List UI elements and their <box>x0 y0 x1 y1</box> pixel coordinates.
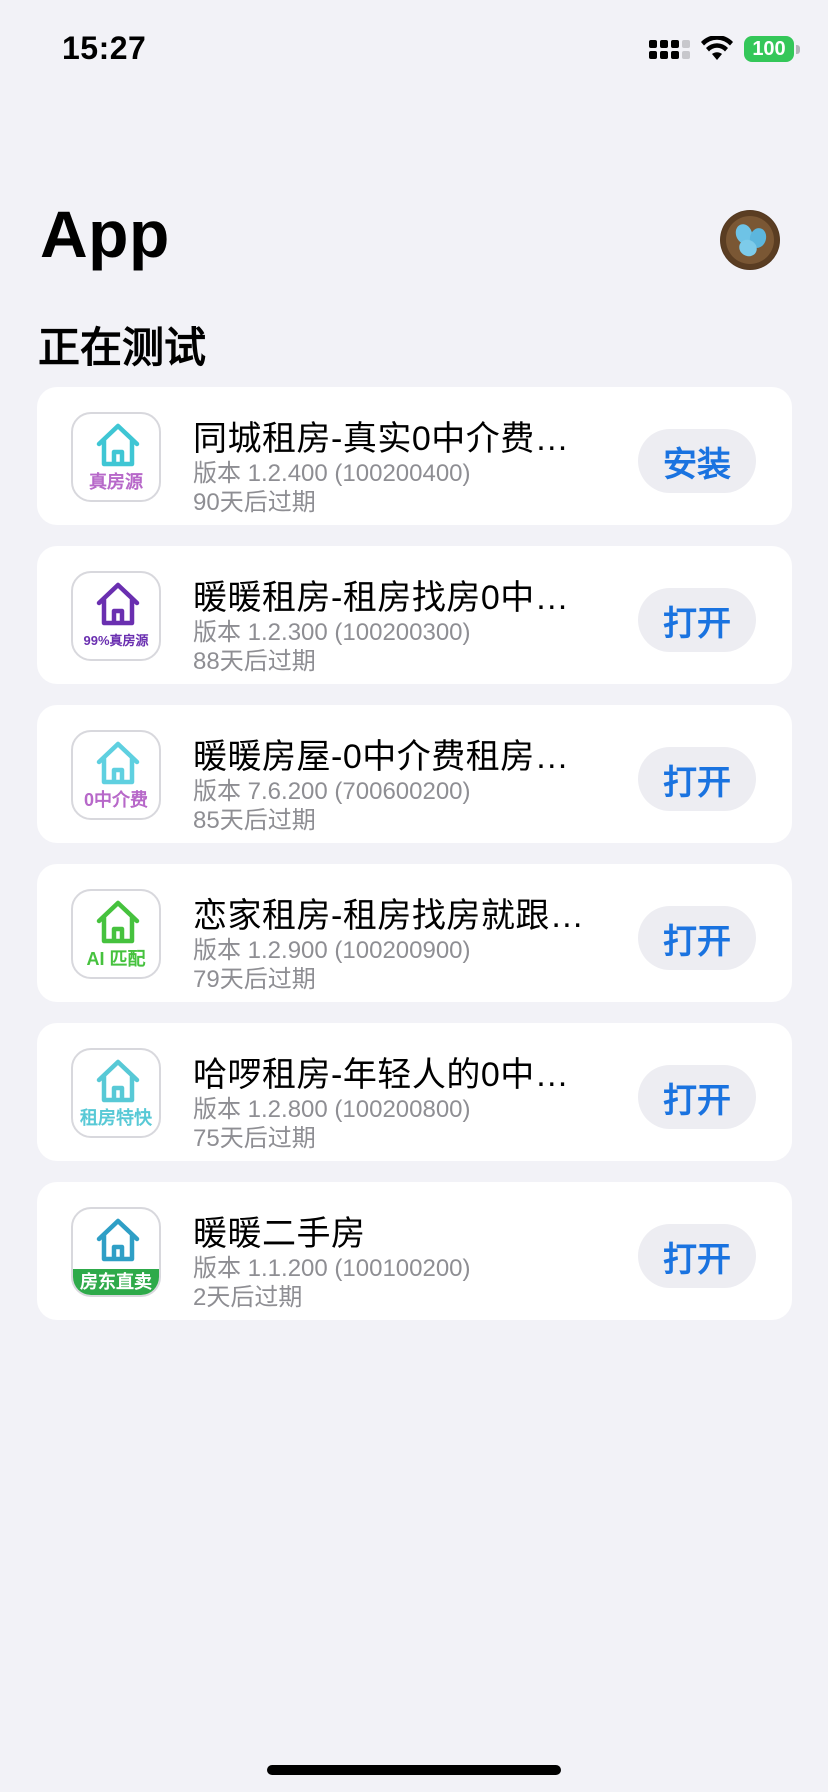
app-icon-tag: AI 匹配 <box>86 949 146 969</box>
avatar[interactable] <box>720 210 780 270</box>
status-time: 15:27 <box>62 30 147 66</box>
app-card[interactable]: 99%真房源 暖暖租房-租房找房0中… 版本 1.2.300 (10020030… <box>37 546 792 684</box>
open-button[interactable]: 打开 <box>638 1224 756 1288</box>
app-icon-tag: 房东直卖 <box>73 1269 159 1295</box>
app-icon[interactable]: 房东直卖 <box>71 1207 161 1297</box>
open-button[interactable]: 打开 <box>638 906 756 970</box>
app-icon[interactable]: 真房源 <box>71 412 161 502</box>
app-icon-tag: 0中介费 <box>83 790 148 810</box>
battery-icon: 100 <box>744 36 800 62</box>
app-icon[interactable]: AI 匹配 <box>71 889 161 979</box>
app-expiry: 88天后过期 <box>193 648 316 675</box>
app-icon-tag: 租房特快 <box>80 1108 152 1128</box>
app-expiry: 90天后过期 <box>193 489 316 516</box>
screen: 15:27 100 App 正在测试 真房源 同城租房-真实0中介费… 版本 1… <box>0 0 828 1792</box>
app-expiry: 85天后过期 <box>193 807 316 834</box>
open-button[interactable]: 打开 <box>638 588 756 652</box>
app-card[interactable]: 0中介费 暖暖房屋-0中介费租房… 版本 7.6.200 (700600200)… <box>37 705 792 843</box>
app-expiry: 75天后过期 <box>193 1125 316 1152</box>
app-icon[interactable]: 99%真房源 <box>71 571 161 661</box>
app-card[interactable]: AI 匹配 恋家租房-租房找房就跟… 版本 1.2.900 (100200900… <box>37 864 792 1002</box>
app-expiry: 79天后过期 <box>193 966 316 993</box>
house-icon <box>96 1059 140 1103</box>
open-button[interactable]: 打开 <box>638 1065 756 1129</box>
app-card[interactable]: 真房源 同城租房-真实0中介费… 版本 1.2.400 (100200400) … <box>37 387 792 525</box>
status-bar: 15:27 100 <box>0 0 828 100</box>
page-title: App <box>40 197 170 271</box>
app-icon-tag: 99%真房源 <box>83 633 149 648</box>
home-indicator[interactable] <box>267 1765 561 1775</box>
cellular-signal-icon <box>649 39 690 59</box>
app-expiry: 2天后过期 <box>193 1284 303 1311</box>
app-icon[interactable]: 租房特快 <box>71 1048 161 1138</box>
house-icon <box>96 900 140 944</box>
app-icon-tag: 真房源 <box>89 472 143 492</box>
section-title: 正在测试 <box>38 324 207 371</box>
app-list: 真房源 同城租房-真实0中介费… 版本 1.2.400 (100200400) … <box>37 387 792 1341</box>
house-icon <box>96 1218 140 1262</box>
open-button[interactable]: 打开 <box>638 747 756 811</box>
install-button[interactable]: 安装 <box>638 429 756 493</box>
house-icon <box>96 741 140 785</box>
wifi-icon <box>701 36 733 60</box>
app-card[interactable]: 房东直卖 暖暖二手房 版本 1.1.200 (100100200) 2天后过期 … <box>37 1182 792 1320</box>
status-icons: 100 <box>649 34 800 64</box>
house-icon <box>96 582 140 626</box>
app-card[interactable]: 租房特快 哈啰租房-年轻人的0中… 版本 1.2.800 (100200800)… <box>37 1023 792 1161</box>
house-icon <box>96 423 140 467</box>
app-icon[interactable]: 0中介费 <box>71 730 161 820</box>
nest-eggs-icon <box>721 211 779 269</box>
